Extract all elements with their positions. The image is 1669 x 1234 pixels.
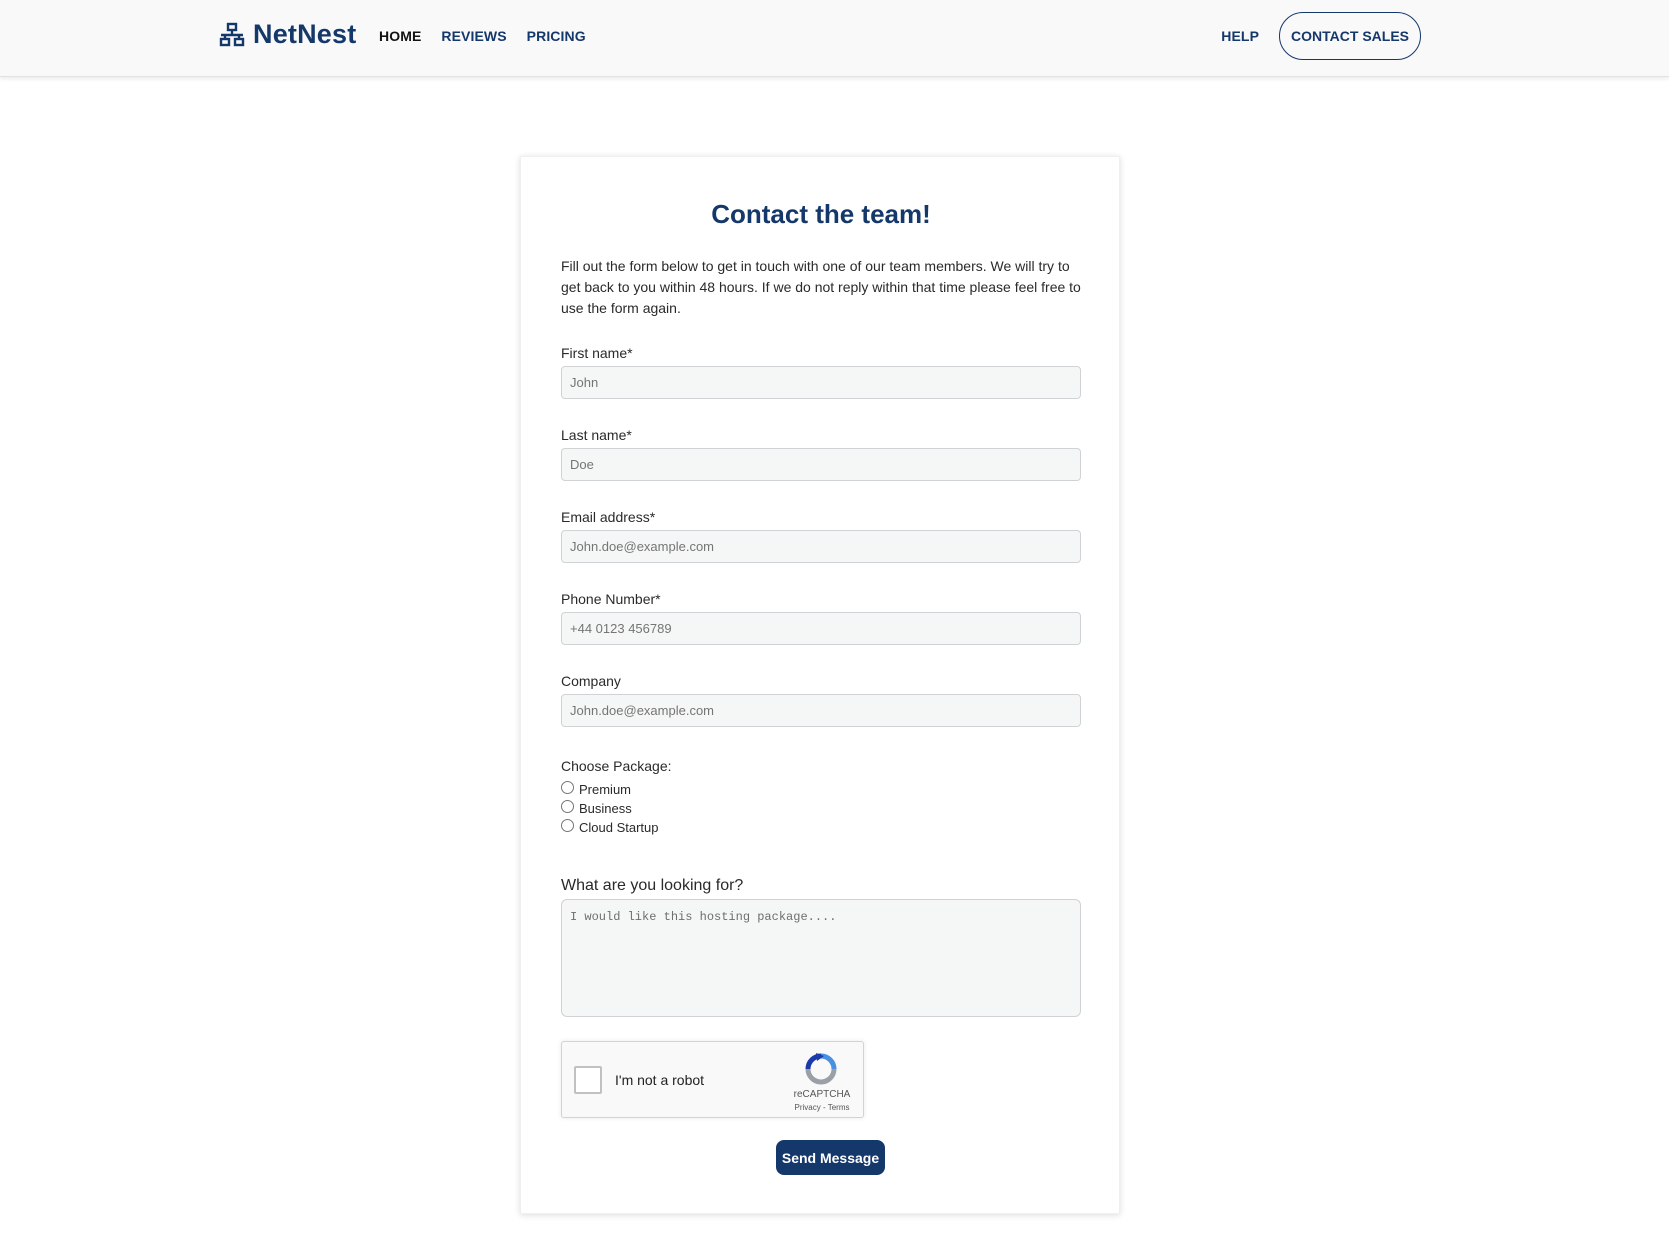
email-input[interactable] — [561, 530, 1081, 563]
company-input[interactable] — [561, 694, 1081, 727]
package-option-label: Cloud Startup — [579, 820, 659, 835]
nav-reviews[interactable]: REVIEWS — [441, 28, 506, 44]
first-name-label: First name* — [561, 345, 633, 361]
package-option-premium[interactable]: Premium — [561, 780, 659, 799]
last-name-input[interactable] — [561, 448, 1081, 481]
nav-help[interactable]: HELP — [1221, 28, 1259, 44]
recaptcha-icon — [805, 1053, 837, 1085]
nav-pricing[interactable]: PRICING — [527, 28, 586, 44]
secondary-nav: HELP CONTACT SALES — [1221, 12, 1421, 60]
package-radio-business[interactable] — [561, 800, 574, 813]
recaptcha-checkbox[interactable] — [574, 1066, 602, 1094]
recaptcha-label: I'm not a robot — [615, 1072, 705, 1088]
phone-label: Phone Number* — [561, 591, 661, 607]
looking-for-textarea[interactable] — [561, 899, 1081, 1017]
package-option-label: Premium — [579, 782, 632, 797]
package-label: Choose Package: — [561, 758, 672, 774]
package-option-label: Business — [579, 801, 632, 816]
package-radio-group: Premium Business Cloud Startup — [561, 780, 659, 837]
package-option-cloud-startup[interactable]: Cloud Startup — [561, 818, 659, 837]
nav-home[interactable]: HOME — [379, 28, 421, 44]
brand-logo[interactable]: NetNest — [219, 19, 356, 50]
company-label: Company — [561, 673, 621, 689]
recaptcha-widget: I'm not a robot reCAPTCHA Privacy - Term… — [561, 1041, 864, 1118]
package-radio-cloud-startup[interactable] — [561, 819, 574, 832]
package-option-business[interactable]: Business — [561, 799, 659, 818]
recaptcha-terms: Privacy - Terms — [782, 1103, 862, 1112]
first-name-input[interactable] — [561, 366, 1081, 399]
recaptcha-terms-link[interactable]: Terms — [828, 1103, 850, 1112]
phone-input[interactable] — [561, 612, 1081, 645]
recaptcha-terms-separator: - — [820, 1103, 828, 1112]
contact-form-card: Contact the team! Fill out the form belo… — [520, 156, 1120, 1214]
page-title: Contact the team! — [711, 199, 931, 229]
last-name-label: Last name* — [561, 427, 632, 443]
recaptcha-privacy-link[interactable]: Privacy — [795, 1103, 821, 1112]
package-radio-premium[interactable] — [561, 781, 574, 794]
looking-for-label: What are you looking for? — [561, 877, 744, 894]
form-intro: Fill out the form below to get in touch … — [561, 258, 1081, 316]
recaptcha-brand: reCAPTCHA — [793, 1089, 851, 1100]
top-navbar: NetNest HOME REVIEWS PRICING HELP CONTAC… — [0, 0, 1669, 77]
network-icon — [219, 22, 245, 46]
brand-name: NetNest — [253, 19, 357, 49]
primary-nav: HOME REVIEWS PRICING — [379, 28, 586, 44]
email-label: Email address* — [561, 509, 656, 525]
contact-sales-button[interactable]: CONTACT SALES — [1279, 12, 1421, 60]
send-message-button[interactable]: Send Message — [776, 1140, 885, 1175]
